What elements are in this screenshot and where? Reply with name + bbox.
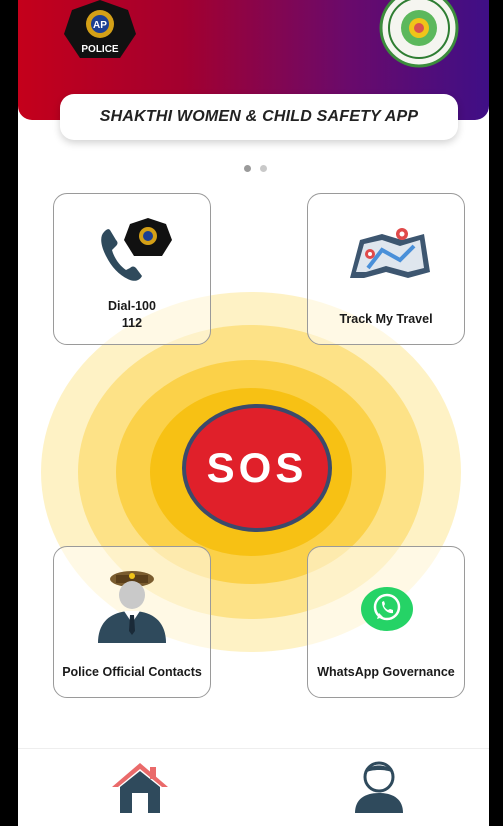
track-travel-label: Track My Travel <box>339 312 433 326</box>
police-contacts-card[interactable]: Police Official Contacts <box>53 546 211 698</box>
sos-label: SOS <box>206 444 308 491</box>
app-screen: AP POLICE SHAKTHI WOMEN & CHILD SAFETY A… <box>18 0 489 826</box>
police-logo-caption: POLICE <box>81 44 119 55</box>
home-icon[interactable] <box>110 759 170 815</box>
carousel-dot-2[interactable] <box>260 165 267 172</box>
track-travel-card[interactable]: Track My Travel <box>307 193 465 345</box>
user-profile-icon[interactable] <box>351 759 407 815</box>
dial-label-2: 112 <box>121 316 143 330</box>
app-title-card: SHAKTHI WOMEN & CHILD SAFETY APP <box>60 94 458 140</box>
app-title: SHAKTHI WOMEN & CHILD SAFETY APP <box>99 108 419 125</box>
bottom-nav <box>18 748 489 826</box>
sos-button[interactable]: SOS <box>182 404 332 532</box>
map-pin-icon <box>350 228 430 278</box>
police-officer-icon <box>98 571 166 643</box>
carousel-dot-1[interactable] <box>244 165 251 172</box>
left-border <box>0 0 18 826</box>
carousel-indicator <box>244 165 267 172</box>
whatsapp-icon <box>361 587 413 631</box>
ap-police-logo: AP POLICE <box>64 0 136 58</box>
whatsapp-label: WhatsApp Governance <box>317 665 455 679</box>
right-border <box>489 0 503 826</box>
police-logo-text: AP <box>93 20 107 31</box>
govt-emblem-logo <box>379 0 459 68</box>
dial-label-1: Dial-100 <box>108 299 156 313</box>
police-contacts-label: Police Official Contacts <box>62 665 202 679</box>
whatsapp-card[interactable]: WhatsApp Governance <box>307 546 465 698</box>
dial-card[interactable]: Dial-100 112 <box>53 193 211 345</box>
phone-frame: AP POLICE SHAKTHI WOMEN & CHILD SAFETY A… <box>0 0 503 826</box>
phone-police-icon <box>101 218 172 281</box>
